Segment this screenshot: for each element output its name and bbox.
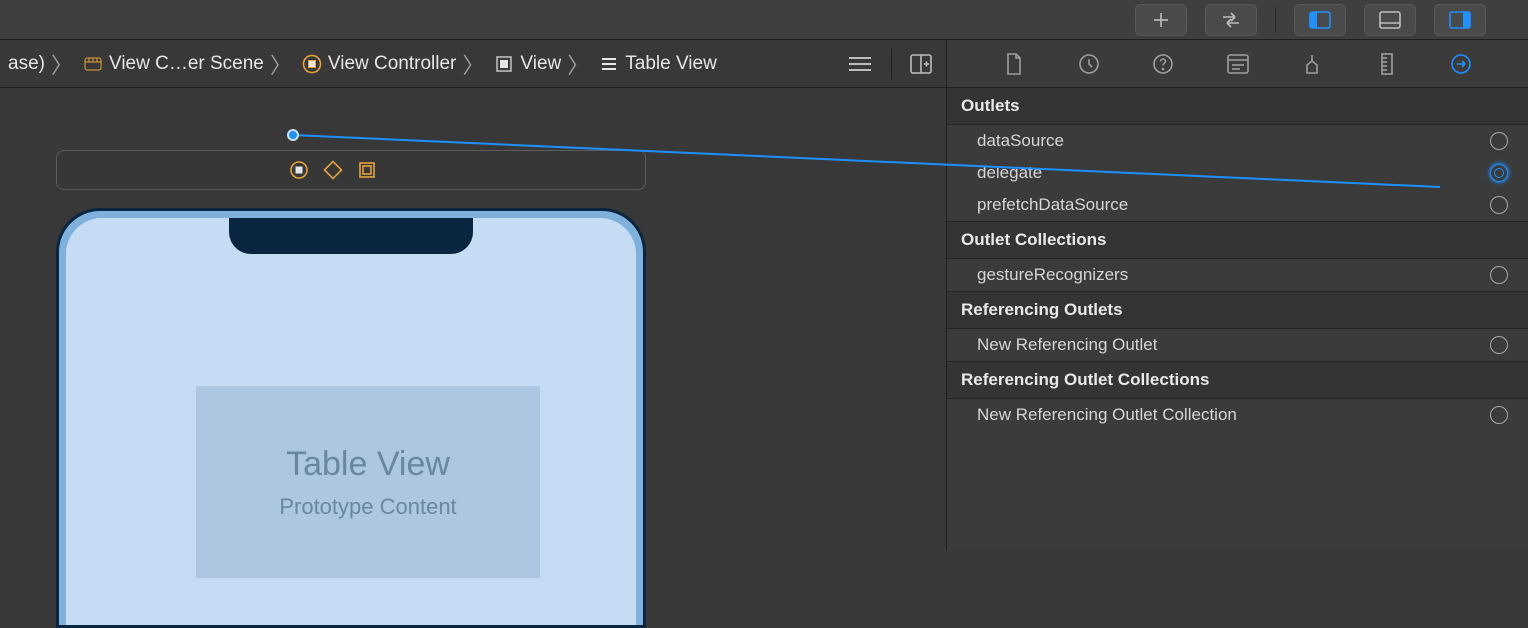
add-panel-icon [910,54,932,74]
connector-circle-active[interactable] [1490,164,1508,182]
breadcrumb-item-view[interactable]: View [486,53,565,75]
first-responder-icon[interactable] [323,160,343,180]
chevron-right-icon: 〉 [268,48,294,80]
outlet-label: New Referencing Outlet [977,335,1490,355]
sliders-icon [1302,53,1322,75]
ruler-icon [1379,53,1395,75]
panel-right-button[interactable] [1434,4,1486,36]
breadcrumb-item-project[interactable]: ase) [0,53,49,75]
clock-icon [1078,53,1100,75]
device-frame: Table View Prototype Content [56,208,646,628]
section-outlet-collections: Outlet Collections [947,221,1528,259]
connector-circle[interactable] [1490,132,1508,150]
panel-bottom-icon [1379,11,1401,29]
panel-left-icon [1309,11,1331,29]
tableview-subtitle: Prototype Content [279,494,456,520]
device-notch [229,218,473,254]
size-inspector-tab[interactable] [1374,51,1400,77]
outlet-label: New Referencing Outlet Collection [977,405,1490,425]
panel-right-icon [1449,11,1471,29]
device-screen[interactable]: Table View Prototype Content [66,218,636,628]
chevron-right-icon: 〉 [49,48,75,80]
connector-circle[interactable] [1490,336,1508,354]
breadcrumb-label: View [520,53,561,75]
history-inspector-tab[interactable] [1076,51,1102,77]
connector-circle[interactable] [1490,266,1508,284]
inspector-tabs [947,40,1528,88]
outlet-label: prefetchDataSource [977,195,1490,215]
outlet-prefetch[interactable]: prefetchDataSource [947,189,1528,221]
chevron-right-icon: 〉 [565,48,591,80]
divider [891,49,892,79]
file-icon [1005,53,1023,75]
outlet-new-ref-coll[interactable]: New Referencing Outlet Collection [947,399,1528,431]
connections-inspector-tab[interactable] [1448,51,1474,77]
file-inspector-tab[interactable] [1001,51,1027,77]
help-icon [1152,53,1174,75]
scene-header[interactable] [56,150,646,190]
section-outlets: Outlets [947,88,1528,125]
connector-circle[interactable] [1490,406,1508,424]
breadcrumb-item-tableview[interactable]: Table View [591,53,721,75]
breadcrumb-label: Table View [625,53,717,75]
identity-inspector-tab[interactable] [1225,51,1251,77]
connector-circle[interactable] [1490,196,1508,214]
breadcrumb-item-vc[interactable]: View Controller [294,53,460,75]
panel-bottom-button[interactable] [1364,4,1416,36]
breadcrumb-label: ase) [8,53,45,75]
window-toolbar [0,0,1528,40]
toolbar-divider [1275,7,1276,33]
breadcrumb-item-scene[interactable]: View C…er Scene [75,53,268,75]
outlet-label: dataSource [977,131,1490,151]
jump-bar: ase) 〉 View C…er Scene 〉 View Controller… [0,40,946,88]
chevron-right-icon: 〉 [460,48,486,80]
adjust-lines-button[interactable] [847,54,873,74]
storyboard-icon [83,54,103,74]
exit-icon[interactable] [357,160,377,180]
plus-icon [1151,10,1171,30]
tableview-title: Table View [286,445,450,484]
vc-dock-icon[interactable] [289,160,309,180]
section-ref-outlet-collections: Referencing Outlet Collections [947,361,1528,399]
outlet-datasource[interactable]: dataSource [947,125,1528,157]
add-editor-button[interactable] [910,54,932,74]
tableview-icon [599,54,619,74]
breadcrumb-label: View C…er Scene [109,53,264,75]
outlet-gesture[interactable]: gestureRecognizers [947,259,1528,291]
attributes-inspector-tab[interactable] [1299,51,1325,77]
outlet-label: delegate [977,163,1490,183]
embed-button[interactable] [1205,4,1257,36]
id-icon [1227,54,1249,74]
tableview-placeholder[interactable]: Table View Prototype Content [196,386,540,578]
library-add-button[interactable] [1135,4,1187,36]
outlet-delegate[interactable]: delegate [947,157,1528,189]
help-inspector-tab[interactable] [1150,51,1176,77]
view-icon [494,54,514,74]
outlet-label: gestureRecognizers [977,265,1490,285]
connections-icon [1450,53,1472,75]
section-ref-outlets: Referencing Outlets [947,291,1528,329]
swap-icon [1219,10,1243,30]
outlet-new-ref[interactable]: New Referencing Outlet [947,329,1528,361]
view-controller-icon [302,54,322,74]
breadcrumb-label: View Controller [328,53,456,75]
lines-icon [847,54,873,74]
inspector-panel: Outlets dataSource delegate prefetchData… [947,40,1528,550]
canvas-area[interactable]: ase) 〉 View C…er Scene 〉 View Controller… [0,40,947,550]
panel-left-button[interactable] [1294,4,1346,36]
